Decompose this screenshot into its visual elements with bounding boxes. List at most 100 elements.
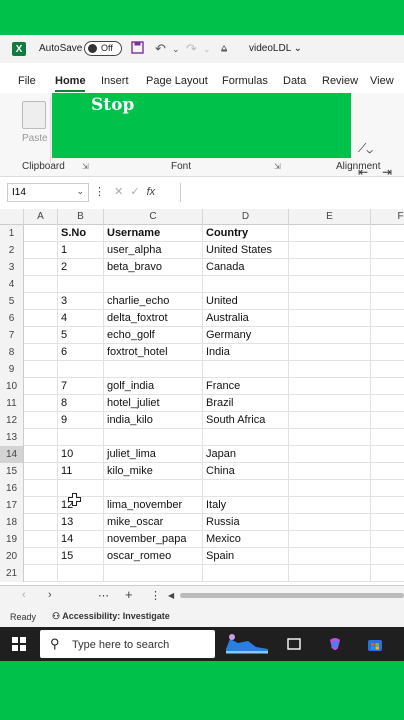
cell-a-20[interactable] [24, 548, 58, 565]
cell-a-6[interactable] [24, 310, 58, 327]
cell-c-16[interactable] [104, 480, 203, 497]
cell-e-19[interactable] [289, 531, 371, 548]
tab-review[interactable]: Review [322, 75, 358, 87]
autosave-toggle[interactable]: Off [84, 41, 122, 56]
tab-formulas[interactable]: Formulas [222, 75, 268, 87]
cell-c-1[interactable]: Username [104, 225, 203, 242]
cell-a-13[interactable] [24, 429, 58, 446]
cell-b-15[interactable]: 11 [58, 463, 104, 480]
cell-e-3[interactable] [289, 259, 371, 276]
row-header[interactable]: 15 [0, 463, 24, 480]
row-header[interactable]: 10 [0, 378, 24, 395]
cell-f-7[interactable] [371, 327, 404, 344]
scroll-left-icon[interactable]: ◀ [168, 591, 174, 600]
redo-dropdown-icon[interactable]: ⌄ [203, 44, 211, 55]
cell-b-9[interactable] [58, 361, 104, 378]
column-header[interactable]: E [289, 209, 371, 225]
cell-e-10[interactable] [289, 378, 371, 395]
column-header[interactable]: D [203, 209, 289, 225]
row-header[interactable]: 12 [0, 412, 24, 429]
row-header[interactable]: 20 [0, 548, 24, 565]
cell-b-20[interactable]: 15 [58, 548, 104, 565]
cell-f-9[interactable] [371, 361, 404, 378]
cell-f-4[interactable] [371, 276, 404, 293]
row-header[interactable]: 3 [0, 259, 24, 276]
row-header[interactable]: 16 [0, 480, 24, 497]
cell-e-21[interactable] [289, 565, 371, 582]
font-launcher-icon[interactable]: ⇲ [274, 162, 281, 171]
cell-e-17[interactable] [289, 497, 371, 514]
accessibility-status[interactable]: ⚇ Accessibility: Investigate [52, 611, 170, 622]
sheet-next-icon[interactable]: › [48, 589, 52, 601]
cell-a-15[interactable] [24, 463, 58, 480]
cell-a-16[interactable] [24, 480, 58, 497]
sheet-more-icon[interactable]: ⋯ [98, 589, 109, 602]
add-sheet-icon[interactable]: + [125, 587, 133, 602]
cell-c-2[interactable]: user_alpha [104, 242, 203, 259]
cell-d-14[interactable]: Japan [203, 446, 289, 463]
cell-a-17[interactable] [24, 497, 58, 514]
row-header[interactable]: 9 [0, 361, 24, 378]
cell-a-14[interactable] [24, 446, 58, 463]
cell-a-10[interactable] [24, 378, 58, 395]
chevron-down-icon[interactable]: ⌄ [76, 186, 84, 197]
cell-a-3[interactable] [24, 259, 58, 276]
cell-b-19[interactable]: 14 [58, 531, 104, 548]
cell-d-11[interactable]: Brazil [203, 395, 289, 412]
column-header[interactable]: C [104, 209, 203, 225]
cell-b-21[interactable] [58, 565, 104, 582]
cell-f-18[interactable] [371, 514, 404, 531]
select-all-corner[interactable] [0, 209, 24, 225]
cell-e-13[interactable] [289, 429, 371, 446]
cell-a-2[interactable] [24, 242, 58, 259]
row-header[interactable]: 8 [0, 344, 24, 361]
enter-icon[interactable]: ✓ [130, 186, 139, 198]
copilot-icon[interactable] [327, 636, 343, 652]
row-header[interactable]: 6 [0, 310, 24, 327]
cell-f-21[interactable] [371, 565, 404, 582]
cell-e-7[interactable] [289, 327, 371, 344]
cell-c-4[interactable] [104, 276, 203, 293]
row-header[interactable]: 1 [0, 225, 24, 242]
cell-d-10[interactable]: France [203, 378, 289, 395]
cell-f-16[interactable] [371, 480, 404, 497]
cell-f-1[interactable] [371, 225, 404, 242]
document-title[interactable]: videoLDL ⌄ [249, 43, 302, 54]
cell-d-19[interactable]: Mexico [203, 531, 289, 548]
cell-f-8[interactable] [371, 344, 404, 361]
cell-e-5[interactable] [289, 293, 371, 310]
row-header[interactable]: 2 [0, 242, 24, 259]
cell-d-2[interactable]: United States [203, 242, 289, 259]
cell-e-4[interactable] [289, 276, 371, 293]
cell-a-11[interactable] [24, 395, 58, 412]
cell-b-16[interactable] [58, 480, 104, 497]
name-box[interactable]: I14 ⌄ [7, 183, 89, 202]
cell-f-17[interactable] [371, 497, 404, 514]
cell-f-14[interactable] [371, 446, 404, 463]
cell-e-8[interactable] [289, 344, 371, 361]
cell-d-12[interactable]: South Africa [203, 412, 289, 429]
cell-e-2[interactable] [289, 242, 371, 259]
paste-icon[interactable] [22, 101, 46, 129]
cell-c-17[interactable]: lima_november [104, 497, 203, 514]
cell-f-2[interactable] [371, 242, 404, 259]
sneaker-widget-icon[interactable] [220, 631, 272, 657]
cell-e-12[interactable] [289, 412, 371, 429]
cell-a-19[interactable] [24, 531, 58, 548]
microsoft-store-icon[interactable] [367, 636, 383, 652]
cell-b-8[interactable]: 6 [58, 344, 104, 361]
clipboard-launcher-icon[interactable]: ⇲ [82, 162, 89, 171]
sheet-options-icon[interactable]: ⋮ [150, 589, 161, 602]
row-header[interactable]: 19 [0, 531, 24, 548]
cell-b-1[interactable]: S.No [58, 225, 104, 242]
cell-f-11[interactable] [371, 395, 404, 412]
cell-a-5[interactable] [24, 293, 58, 310]
cell-c-11[interactable]: hotel_juliet [104, 395, 203, 412]
cell-f-10[interactable] [371, 378, 404, 395]
cell-f-5[interactable] [371, 293, 404, 310]
column-header[interactable]: A [24, 209, 58, 225]
cell-a-4[interactable] [24, 276, 58, 293]
cell-d-18[interactable]: Russia [203, 514, 289, 531]
redo-icon[interactable]: ↷ [186, 41, 197, 57]
cell-f-6[interactable] [371, 310, 404, 327]
